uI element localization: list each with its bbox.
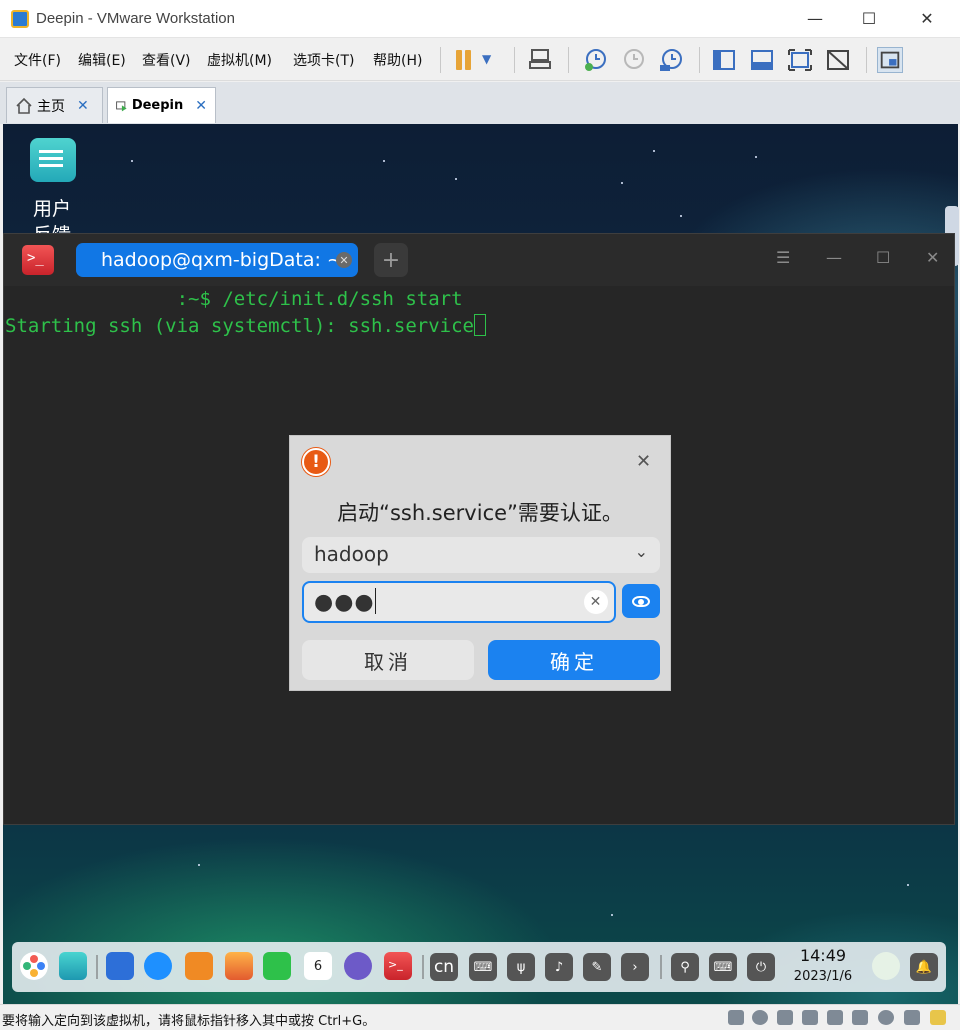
maximize-button[interactable]: ☐ bbox=[846, 0, 892, 36]
vmware-app-icon bbox=[11, 10, 29, 28]
window-title: Deepin - VMware Workstation bbox=[36, 10, 235, 27]
menu-help[interactable]: 帮助(H) bbox=[373, 50, 422, 70]
auth-message: 启动“ssh.service”需要认证。 bbox=[337, 501, 623, 525]
password-field[interactable]: ●●● ✕ bbox=[302, 581, 616, 623]
tab-home[interactable]: 主页 ✕ bbox=[6, 87, 103, 123]
search-icon[interactable]: ⚲ bbox=[671, 953, 699, 981]
terminal-output[interactable]: :~$ /etc/init.d/ssh start Starting ssh (… bbox=[4, 286, 954, 340]
menu-vm[interactable]: 虚拟机(M) bbox=[207, 50, 272, 70]
warning-icon: ! bbox=[302, 448, 330, 476]
new-tab-button[interactable]: + bbox=[374, 243, 408, 277]
unity-mode-icon[interactable] bbox=[825, 47, 851, 73]
desktop-icon-label[interactable]: 用户反馈 bbox=[33, 196, 77, 236]
volume-icon[interactable]: ♪ bbox=[545, 953, 573, 981]
onscreen-keyboard-icon[interactable]: ⌨ bbox=[709, 953, 737, 981]
clear-icon[interactable]: ✕ bbox=[584, 590, 608, 614]
file-manager-icon[interactable] bbox=[185, 952, 213, 980]
console-view-icon[interactable] bbox=[877, 47, 903, 73]
toolbar-separator bbox=[440, 47, 441, 73]
calendar-icon[interactable]: 6 bbox=[304, 952, 332, 980]
terminal-logo-icon: >_ bbox=[22, 245, 54, 275]
browser-icon[interactable] bbox=[144, 952, 172, 980]
settings-icon[interactable] bbox=[344, 952, 372, 980]
terminal-line: Starting ssh (via systemctl): ssh.servic… bbox=[5, 313, 954, 340]
thumbnail-bar-icon[interactable] bbox=[749, 47, 775, 73]
eye-icon bbox=[632, 595, 650, 607]
cancel-button[interactable]: 取消 bbox=[302, 640, 474, 680]
show-password-button[interactable] bbox=[622, 584, 660, 618]
menu-icon[interactable]: ☰ bbox=[776, 248, 790, 267]
trash-icon[interactable] bbox=[872, 952, 900, 980]
message-log-icon[interactable] bbox=[930, 1010, 946, 1025]
hard-disk-icon[interactable] bbox=[728, 1010, 744, 1025]
terminal-line: :~$ /etc/init.d/ssh start bbox=[5, 288, 463, 310]
text-cursor bbox=[474, 314, 486, 336]
password-value: ●●● bbox=[314, 590, 375, 615]
menubar: 文件(F) 编辑(E) 查看(V) 虚拟机(M) 选项卡(T) 帮助(H) ▼ bbox=[0, 39, 960, 81]
display-icon[interactable] bbox=[904, 1010, 920, 1025]
close-button[interactable]: ✕ bbox=[926, 248, 939, 267]
camera-icon[interactable] bbox=[878, 1010, 894, 1025]
notification-icon[interactable]: 🔔 bbox=[910, 953, 938, 981]
statusbar: 要将输入定向到该虚拟机，请将鼠标指针移入其中或按 Ctrl+G。 bbox=[0, 1004, 960, 1030]
printer-icon[interactable] bbox=[827, 1010, 843, 1025]
menu-tabs[interactable]: 选项卡(T) bbox=[293, 50, 354, 70]
terminal-titlebar: >_ hadoop@qxm-bigData: ~ ✕ + ☰ — ☐ ✕ bbox=[4, 234, 954, 286]
close-tab-icon[interactable]: ✕ bbox=[336, 252, 352, 268]
power-icon[interactable]: ⏻ bbox=[747, 953, 775, 981]
usb-icon[interactable]: ψ bbox=[507, 953, 535, 981]
user-select[interactable]: hadoop ⌄ bbox=[302, 537, 660, 573]
status-message: 要将输入定向到该虚拟机，请将鼠标指针移入其中或按 Ctrl+G。 bbox=[2, 1014, 376, 1029]
revert-snapshot-icon[interactable] bbox=[620, 47, 646, 73]
expand-tray-icon[interactable]: › bbox=[621, 953, 649, 981]
terminal-tab[interactable]: hadoop@qxm-bigData: ~ ✕ bbox=[76, 243, 358, 277]
vm-tab-bar: 主页 ✕ Deepin ✕ bbox=[0, 82, 960, 124]
launcher-icon[interactable] bbox=[20, 952, 48, 980]
image-viewer-icon[interactable] bbox=[225, 952, 253, 980]
input-method-icon[interactable]: cn bbox=[430, 953, 458, 981]
chevron-down-icon: ⌄ bbox=[634, 542, 648, 561]
snapshot-icon[interactable] bbox=[582, 47, 608, 73]
clock-time[interactable]: 14:49 bbox=[790, 946, 856, 965]
terminal-icon[interactable]: >_ bbox=[384, 952, 412, 980]
close-tab-icon[interactable]: ✕ bbox=[195, 98, 207, 114]
feedback-app-icon[interactable] bbox=[30, 138, 76, 182]
send-ctrl-alt-del-icon[interactable] bbox=[527, 47, 553, 73]
terminal-tab-title: hadoop@qxm-bigData: ~ bbox=[101, 249, 343, 271]
tab-label: 主页 bbox=[37, 98, 65, 115]
close-icon[interactable]: ✕ bbox=[636, 451, 651, 472]
vm-play-icon bbox=[116, 100, 127, 111]
cd-rom-icon[interactable] bbox=[752, 1010, 768, 1025]
snapshot-manager-icon[interactable] bbox=[658, 47, 684, 73]
menu-file[interactable]: 文件(F) bbox=[14, 50, 61, 70]
user-select-value: hadoop bbox=[314, 542, 389, 566]
menu-edit[interactable]: 编辑(E) bbox=[78, 50, 126, 70]
network-icon[interactable] bbox=[777, 1010, 793, 1025]
show-library-icon[interactable] bbox=[711, 47, 737, 73]
minimize-button[interactable]: — bbox=[792, 0, 838, 36]
keyboard-icon[interactable]: ⌨ bbox=[469, 953, 497, 981]
vmware-titlebar: Deepin - VMware Workstation — ☐ ✕ bbox=[0, 0, 960, 38]
screenshot-icon[interactable]: ✎ bbox=[583, 953, 611, 981]
full-screen-icon[interactable] bbox=[787, 47, 813, 73]
auth-dialog: ! ✕ 启动“ssh.service”需要认证。 hadoop ⌄ ●●● ✕ … bbox=[289, 435, 671, 691]
close-button[interactable]: ✕ bbox=[904, 0, 950, 36]
tab-deepin[interactable]: Deepin ✕ bbox=[107, 87, 216, 123]
menu-view[interactable]: 查看(V) bbox=[142, 50, 191, 70]
pause-icon[interactable] bbox=[452, 47, 478, 73]
tab-label: Deepin bbox=[131, 98, 184, 113]
maximize-button[interactable]: ☐ bbox=[876, 248, 890, 267]
music-icon[interactable] bbox=[263, 952, 291, 980]
dock: 6 >_ cn ⌨ ψ ♪ ✎ › ⚲ ⌨ ⏻ 14:49 2023/1/6 🔔 bbox=[12, 942, 946, 992]
minimize-button[interactable]: — bbox=[826, 248, 842, 267]
multitask-view-icon[interactable] bbox=[59, 952, 87, 980]
home-icon bbox=[16, 97, 32, 114]
ok-button[interactable]: 确定 bbox=[488, 640, 660, 680]
pause-dropdown-icon[interactable]: ▼ bbox=[482, 47, 508, 73]
sound-card-icon[interactable] bbox=[852, 1010, 868, 1025]
usb-device-icon[interactable] bbox=[802, 1010, 818, 1025]
close-tab-icon[interactable]: ✕ bbox=[77, 98, 89, 114]
clock-date[interactable]: 2023/1/6 bbox=[784, 969, 862, 984]
app-store-icon[interactable] bbox=[106, 952, 134, 980]
